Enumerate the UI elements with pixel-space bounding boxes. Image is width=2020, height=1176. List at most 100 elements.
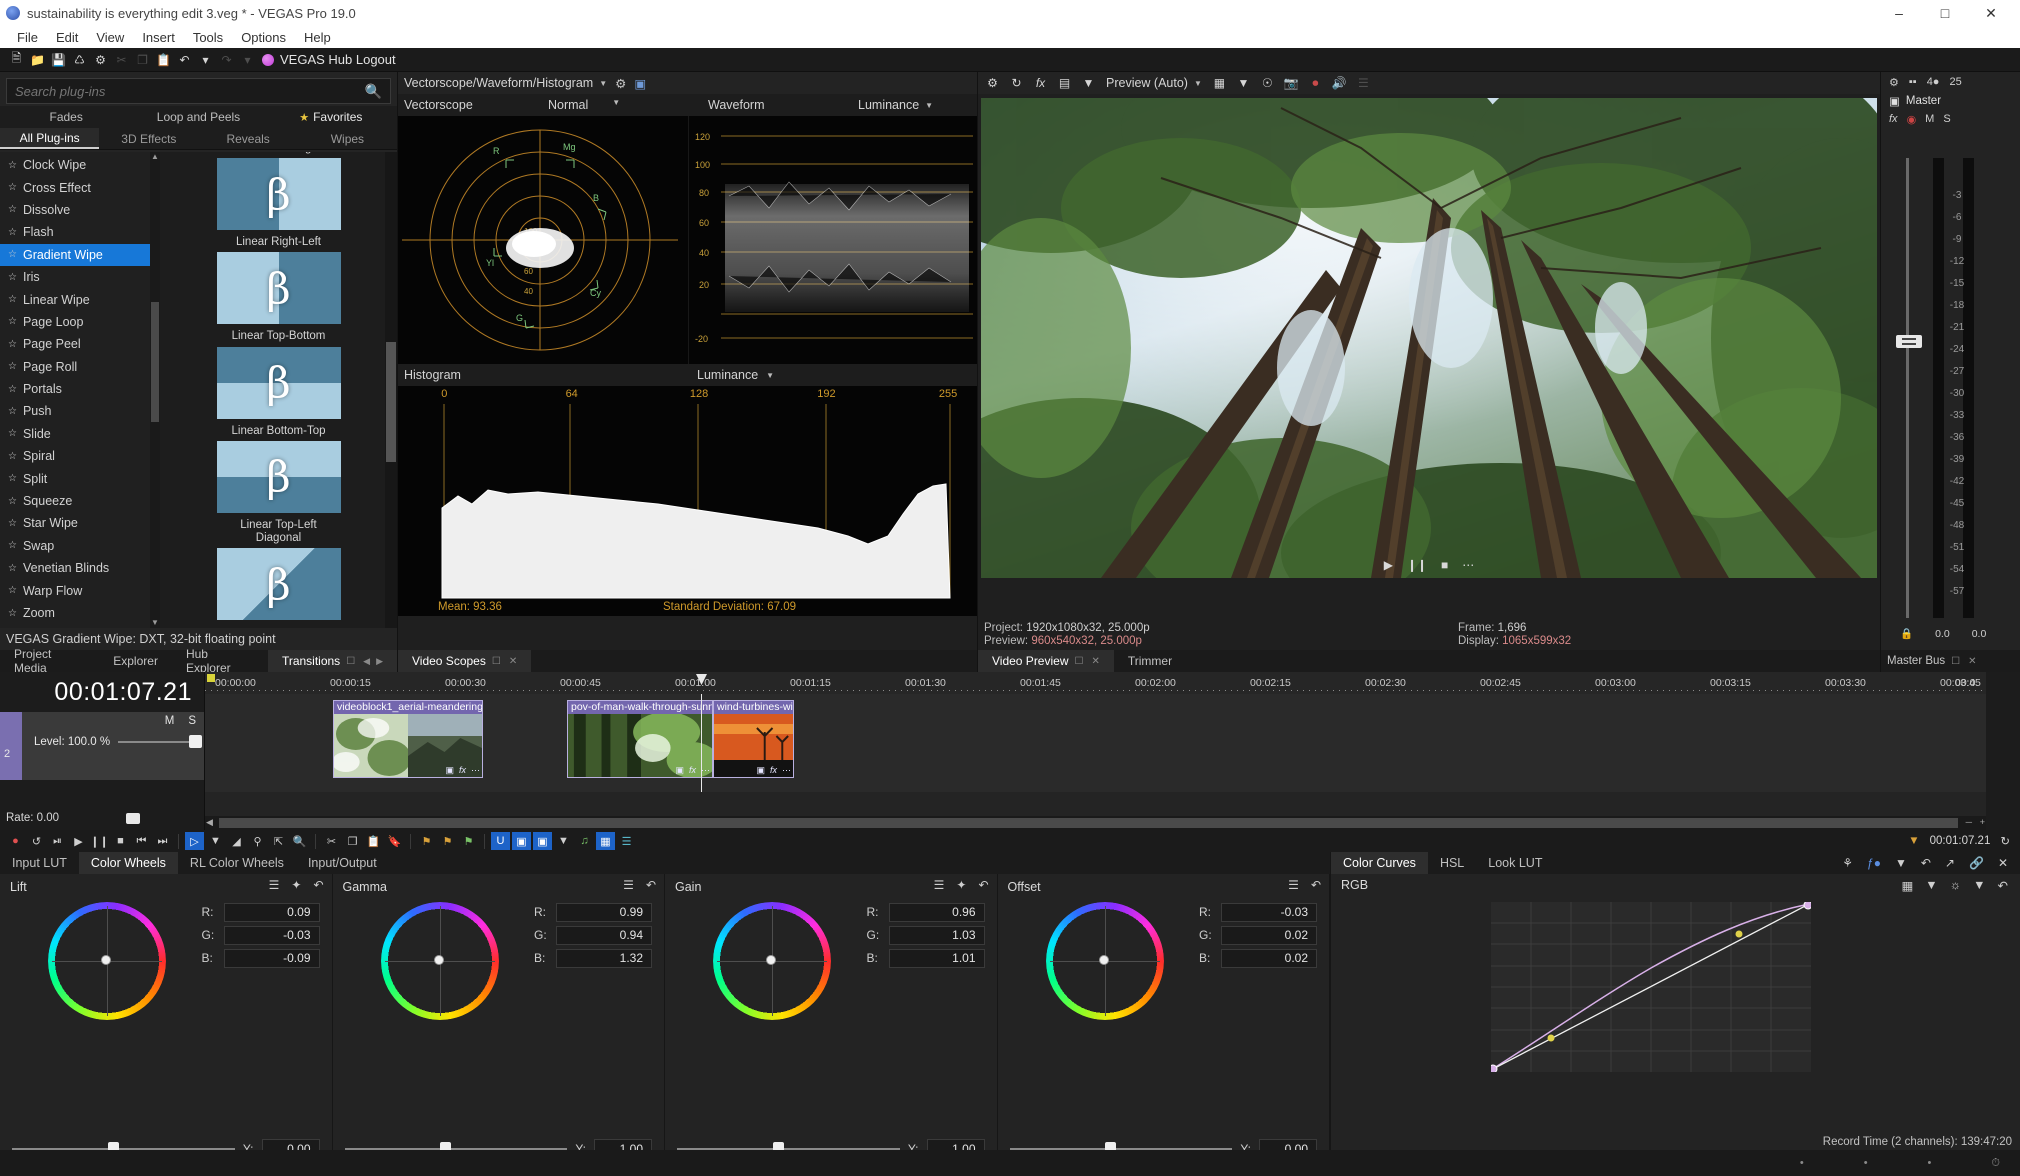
track-mute-button[interactable]: M [165,715,175,727]
menu-tools[interactable]: Tools [184,28,232,47]
menu-edit[interactable]: Edit [47,28,87,47]
r-value[interactable]: 0.99 [556,902,652,922]
preset-scrollbar[interactable] [385,152,397,628]
curves-channel-label[interactable]: RGB [1341,878,1368,892]
mixer-icon[interactable]: ♫ [575,832,594,850]
plugin-item-linear-wipe[interactable]: ☆ Linear Wipe [0,288,160,310]
float-icon[interactable]: ☐ [1075,656,1084,667]
anchor-hub-explorer[interactable]: Hub Explorer [172,647,268,675]
menu-view[interactable]: View [87,28,133,47]
plugin-item-venetian-blinds[interactable]: ☆ Venetian Blinds [0,557,160,579]
plugin-item-gradient-wipe[interactable]: ☆ Gradient Wipe [0,243,160,266]
wheel-sliders-icon[interactable]: ☰ [269,878,280,892]
close-icon[interactable]: ✕ [1968,656,1976,667]
g-value[interactable]: 0.94 [556,925,652,945]
play-icon[interactable]: ▶ [69,832,88,850]
enable-snapping-icon[interactable]: 🔖 [385,832,404,850]
bus-arm-icon[interactable]: ◉ [1907,113,1917,126]
scope-layout-combo[interactable]: Vectorscope/Waveform/Histogram ▼ [404,76,607,90]
edit-tool-dropdown-icon[interactable]: ▼ [206,832,225,850]
timecode-display[interactable]: 00:01:07.21 [0,672,204,712]
plugin-search-row[interactable]: 🔍 [6,78,391,104]
wheel-handle[interactable] [766,955,776,965]
favorite-star-icon[interactable]: ☆ [8,496,17,507]
preview-fx-icon[interactable]: fx [1030,73,1051,93]
curves-keyframe-dropdown-icon[interactable]: ▼ [1895,856,1907,870]
filter-all-plugins[interactable]: All Plug-ins [0,128,100,149]
list-view-icon[interactable]: ☰ [617,832,636,850]
tab-hsl[interactable]: HSL [1428,852,1476,874]
preview-refresh-icon[interactable]: ↻ [1006,73,1027,93]
category-loop-and-peels[interactable]: Loop and Peels [132,106,264,128]
paste-icon[interactable]: 📋 [153,50,174,70]
wheel-sliders-icon[interactable]: ☰ [1288,878,1299,892]
grid-view-icon[interactable]: ▦ [596,832,615,850]
automation-dropdown-icon[interactable]: ▼ [554,832,573,850]
preset-card[interactable]: Linear Top-Bottom β [216,328,341,419]
favorite-star-icon[interactable]: ☆ [8,518,17,529]
search-input[interactable] [15,83,365,99]
plugin-list-scrollbar[interactable]: ▲ ▼ [150,152,160,628]
redo-icon[interactable]: ↷ [216,50,237,70]
preset-card[interactable]: Linear Left-Right β [216,152,341,231]
anchor-transitions[interactable]: Transitions ☐ ◀ ▶ [267,650,397,672]
favorite-star-icon[interactable]: ☆ [8,182,17,193]
loop-region-icon[interactable]: ↻ [2000,834,2010,848]
automation-latch-icon[interactable]: ▣ [533,832,552,850]
cut-icon[interactable]: ✂ [111,50,132,70]
float-icon[interactable]: ☐ [1951,656,1960,667]
preset-card[interactable]: Linear Top-Left Diagonal β [216,517,341,621]
selection-marker-icon[interactable]: ▼ [1908,835,1919,847]
filter-reveals[interactable]: Reveals [199,128,298,149]
plugin-item-slide[interactable]: ☆ Slide [0,423,160,445]
favorite-star-icon[interactable]: ☆ [8,384,17,395]
save-project-icon[interactable]: 💾 [48,50,69,70]
b-value[interactable]: 1.01 [888,948,985,968]
favorite-star-icon[interactable]: ☆ [8,204,17,215]
preview-audio-icon[interactable]: 🔊 [1329,73,1350,93]
menu-file[interactable]: File [8,28,47,47]
plugin-item-split[interactable]: ☆ Split [0,467,160,489]
anchor-explorer[interactable]: Explorer [99,650,172,672]
scroll-left-icon[interactable]: ◀ [206,817,213,828]
anchor-video-preview[interactable]: Video Preview ☐ ✕ [978,650,1114,672]
favorite-star-icon[interactable]: ☆ [8,451,17,462]
bus-meter-icon[interactable]: ▪▪ [1909,76,1917,88]
video-track-header[interactable]: 2 M S Level: 100.0 % [0,712,204,780]
vegas-hub-logout[interactable]: VEGAS Hub Logout [262,52,396,67]
prev-tab-icon[interactable]: ◀ [363,656,370,667]
favorite-star-icon[interactable]: ☆ [8,339,17,350]
wheel-picker-icon[interactable]: ✦ [956,878,966,892]
category-fades[interactable]: Fades [0,106,132,128]
favorite-star-icon[interactable]: ☆ [8,473,17,484]
g-value[interactable]: 0.02 [1221,925,1317,945]
copy-icon[interactable]: ❐ [343,832,362,850]
scrollbar-thumb[interactable] [386,342,396,462]
wheel-handle[interactable] [433,955,444,965]
favorite-star-icon[interactable]: ☆ [8,316,17,327]
plugin-item-push[interactable]: ☆ Push [0,400,160,422]
chevron-down-icon[interactable]: ▼ [599,79,607,88]
scrollbar-thumb[interactable] [151,302,159,422]
envelope-tool-icon[interactable]: ◢ [227,832,246,850]
clip-icon-row[interactable]: ▣ fx ⋯ [445,765,480,776]
curves-preset-dropdown-icon[interactable]: ▼ [1925,878,1937,893]
bus-fx-button[interactable]: fx [1889,113,1898,125]
clip-more-icon[interactable]: ⋯ [471,765,480,776]
play-from-start-icon[interactable]: ⏯ [48,832,67,850]
menu-help[interactable]: Help [295,28,340,47]
preview-external-monitor-icon[interactable]: ☉ [1257,73,1278,93]
bus-settings-icon[interactable]: ⚙ [1889,76,1899,89]
wheel-handle[interactable] [101,955,111,965]
close-icon[interactable]: ✕ [509,656,517,667]
curves-eyedropper-icon[interactable]: ⚘ [1842,856,1853,870]
bus-solo-button[interactable]: S [1943,113,1950,125]
plugin-item-portals[interactable]: ☆ Portals [0,378,160,400]
tab-input-output[interactable]: Input/Output [296,852,389,874]
clip-more-icon[interactable]: ⋯ [701,765,710,776]
go-to-end-icon[interactable]: ⏭ [153,832,172,850]
tab-color-curves[interactable]: Color Curves [1331,852,1428,874]
close-icon[interactable]: ✕ [1091,656,1099,667]
timeline-clip[interactable]: pov-of-man-walk-through-sunn ▣ fx ⋯ [567,700,713,778]
insert-media-icon[interactable]: ⚑ [459,832,478,850]
